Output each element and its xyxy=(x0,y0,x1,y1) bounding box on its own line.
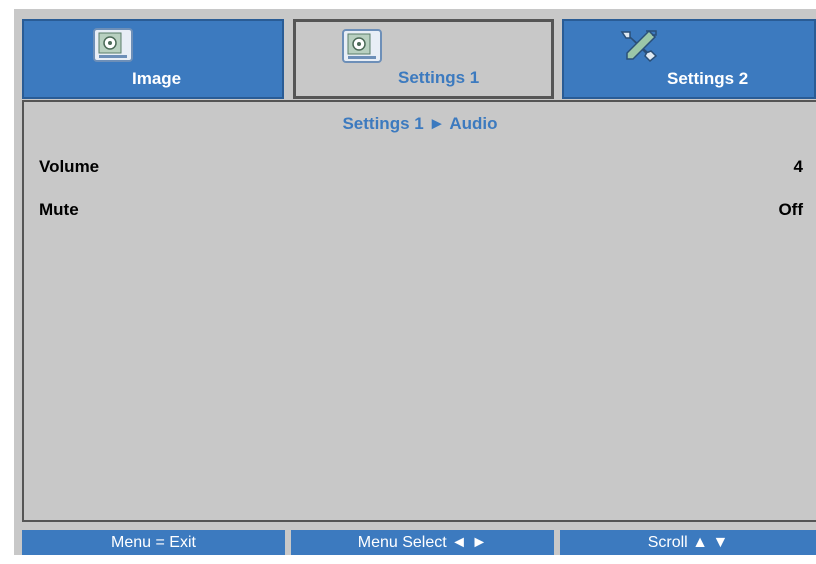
help-scroll: Scroll ▲ ▼ xyxy=(560,530,816,555)
tab-settings-2-label: Settings 2 xyxy=(667,69,749,88)
tab-image[interactable]: Image xyxy=(22,19,284,99)
settings-panel: Settings 1 ► Audio Volume 4 Mute Off xyxy=(22,100,816,522)
tab-settings-2[interactable]: Settings 2 xyxy=(562,19,816,99)
volume-value: 4 xyxy=(793,157,803,176)
menu-row-mute[interactable]: Mute Off xyxy=(39,200,803,224)
help-menu-exit: Menu = Exit xyxy=(22,530,285,555)
tab-image-label: Image xyxy=(132,69,182,88)
osd-menu: Image Settings 1 Settings 2 Settings 1 ►… xyxy=(14,9,816,555)
tab-settings-1[interactable]: Settings 1 xyxy=(293,19,554,99)
mute-value: Off xyxy=(778,200,803,219)
mute-label: Mute xyxy=(39,200,79,219)
settings-document-icon xyxy=(342,29,382,63)
tools-icon xyxy=(616,28,658,63)
image-settings-icon xyxy=(93,28,133,62)
help-bar: Menu = Exit Menu Select ◄ ► Scroll ▲ ▼ xyxy=(22,530,816,555)
menu-row-volume[interactable]: Volume 4 xyxy=(39,157,803,181)
tab-settings-1-label: Settings 1 xyxy=(398,68,480,87)
volume-label: Volume xyxy=(39,157,100,176)
breadcrumb: Settings 1 ► Audio xyxy=(342,114,498,133)
help-menu-select: Menu Select ◄ ► xyxy=(291,530,554,555)
